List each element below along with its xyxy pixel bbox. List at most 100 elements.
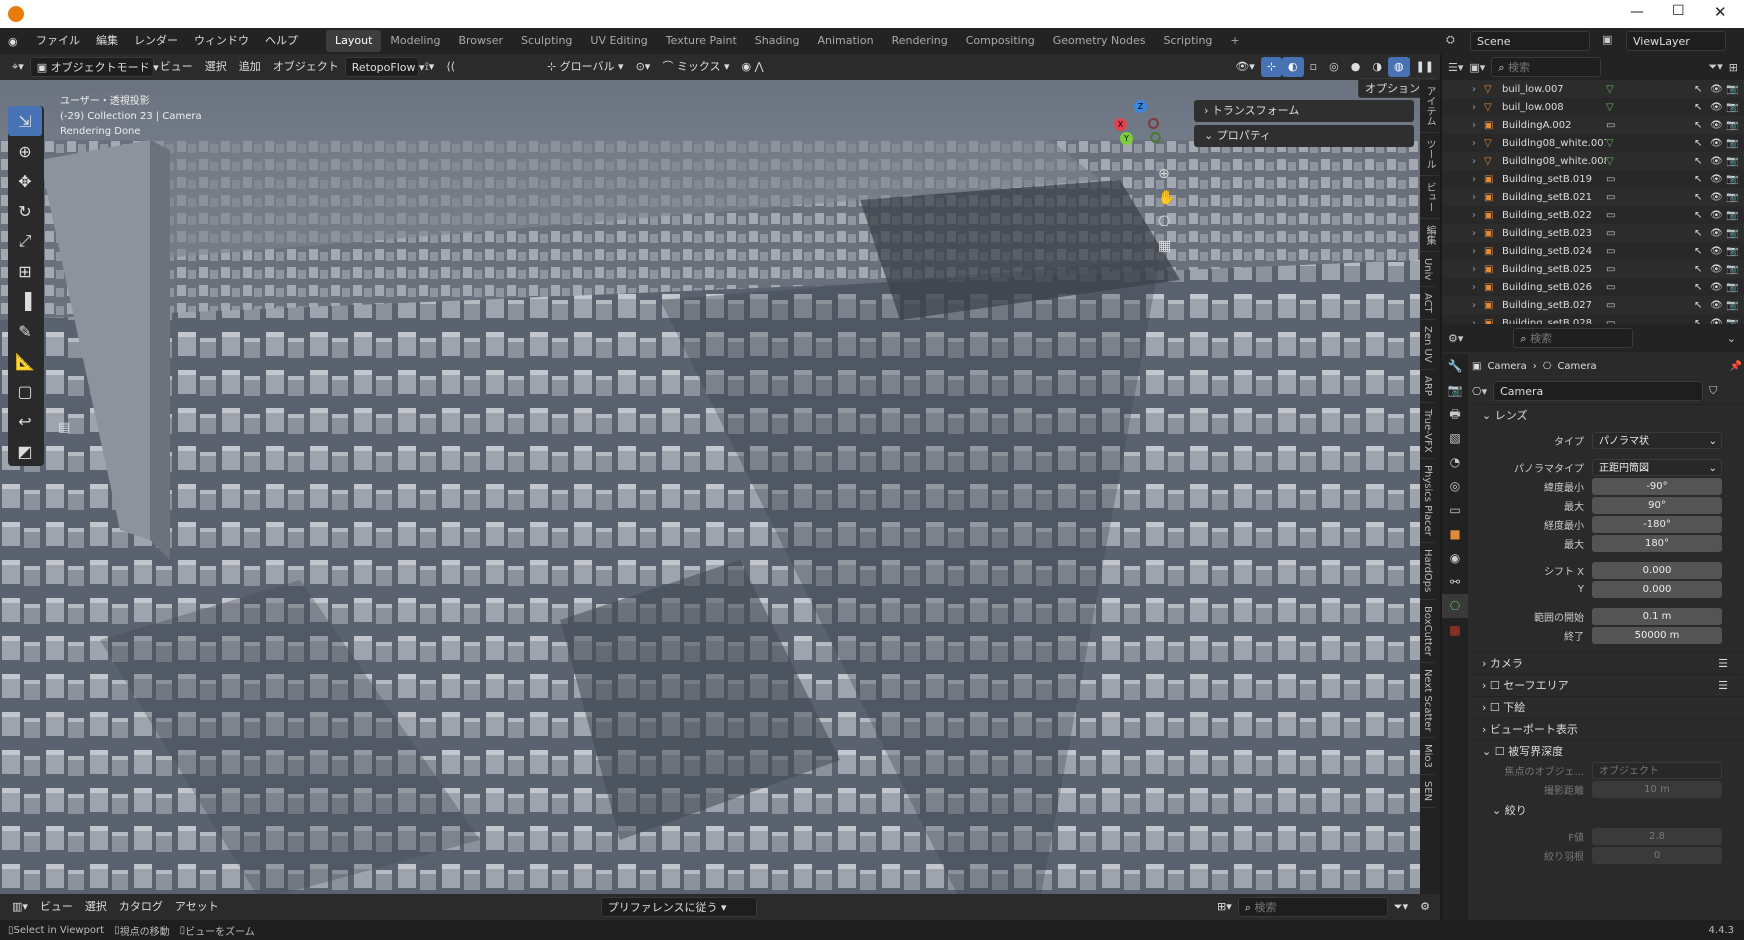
background-image-section[interactable]: › ☐ 下絵 (1472, 696, 1742, 718)
tab-mio3[interactable]: Mio3 (1420, 738, 1435, 776)
outliner-row[interactable]: › ▣ Building_setB.022 ▭ ↖ 👁 📷 (1442, 206, 1744, 224)
add-cube-tool-icon[interactable]: ▢ (8, 376, 42, 406)
outliner-search[interactable]: ⌕ 検索 (1491, 57, 1602, 77)
tab-edit[interactable]: 編集 (1420, 219, 1439, 252)
shading-wireframe-icon[interactable]: ◎ (1323, 57, 1345, 77)
focus-object-field[interactable]: オブジェクト (1592, 762, 1722, 779)
curve-tool-icon[interactable]: ↩ (8, 406, 42, 436)
shift-y-field[interactable]: 0.000 (1592, 581, 1722, 598)
shift-x-field[interactable]: 0.000 (1592, 562, 1722, 579)
add-workspace-icon[interactable]: + (1221, 30, 1248, 52)
expand-icon[interactable]: › (1472, 228, 1484, 239)
properties-search[interactable]: ⌕ 検索 (1513, 328, 1634, 348)
select-toggle-icon[interactable]: ↖ (1694, 282, 1710, 293)
overlay-toggle-icon[interactable]: ◐ (1282, 57, 1304, 77)
select-toggle-icon[interactable]: ↖ (1694, 120, 1710, 131)
menu-render[interactable]: レンダー (126, 28, 186, 54)
measure-tool-icon[interactable]: 📐 (8, 346, 42, 376)
scene-field[interactable]: Scene (1470, 31, 1590, 51)
properties-panel-header[interactable]: ⌄ プロパティ (1194, 125, 1414, 147)
render-toggle-icon[interactable]: 📷 (1726, 282, 1744, 293)
local-view-icon[interactable]: ▤ (58, 420, 70, 435)
visibility-toggle-icon[interactable]: 👁 (1710, 282, 1726, 293)
outliner-row[interactable]: › ▣ Building_setB.024 ▭ ↖ 👁 📷 (1442, 242, 1744, 260)
render-toggle-icon[interactable]: 📷 (1726, 228, 1744, 239)
outliner-row[interactable]: › ▽ buil_low.008 ▽ ↖ 👁 📷 (1442, 98, 1744, 116)
camera-section[interactable]: › カメラ ☰ (1472, 652, 1742, 674)
visibility-toggle-icon[interactable]: 👁 (1710, 192, 1726, 203)
close-button[interactable]: ✕ (1714, 3, 1727, 21)
tab-geometry-nodes[interactable]: Geometry Nodes (1044, 30, 1155, 52)
render-toggle-icon[interactable]: 📷 (1726, 192, 1744, 203)
tab-act[interactable]: ACT (1420, 287, 1435, 321)
tab-next-scatter[interactable]: Next Scatter (1420, 663, 1435, 739)
properties-editor-icon[interactable]: ⚙▾ (1448, 332, 1463, 345)
outliner-editor-icon[interactable]: ☰▾ (1448, 61, 1463, 74)
editor-type-icon[interactable]: ⌖▾ (6, 57, 30, 77)
tab-browser[interactable]: Browser (449, 30, 512, 52)
proportional-icon[interactable]: ⟨⟨ (440, 57, 461, 77)
physics-tab-icon[interactable]: ◉ (1442, 546, 1468, 570)
expand-icon[interactable]: › (1472, 102, 1484, 113)
shading-rendered-icon[interactable]: ◍ (1387, 57, 1410, 77)
safe-area-section[interactable]: › ☐ セーフエリア ☰ (1472, 674, 1742, 696)
visibility-toggle-icon[interactable]: 👁 (1710, 84, 1726, 95)
tab-animation[interactable]: Animation (808, 30, 882, 52)
panorama-type-select[interactable]: 正距円筒図 ⌄ (1592, 459, 1722, 476)
pin-icon[interactable]: 📌 (1730, 361, 1742, 372)
dof-section[interactable]: ⌄ ☐ 被写界深度 (1472, 740, 1742, 762)
tab-arp[interactable]: ARP (1420, 370, 1435, 403)
tab-true-vfx[interactable]: True-VFX (1420, 403, 1435, 460)
select-toggle-icon[interactable]: ↖ (1694, 300, 1710, 311)
render-toggle-icon[interactable]: 📷 (1726, 138, 1744, 149)
tab-rendering[interactable]: Rendering (883, 30, 957, 52)
render-toggle-icon[interactable]: 📷 (1726, 300, 1744, 311)
select-toggle-icon[interactable]: ↖ (1694, 156, 1710, 167)
select-toggle-icon[interactable]: ↖ (1694, 210, 1710, 221)
tab-compositing[interactable]: Compositing (957, 30, 1044, 52)
collection-tab-icon[interactable]: ▭ (1442, 498, 1468, 522)
gizmo-x-axis[interactable]: X (1114, 118, 1127, 131)
menu-edit[interactable]: 編集 (88, 28, 126, 54)
outliner-row[interactable]: › ▣ Building_setB.025 ▭ ↖ 👁 📷 (1442, 260, 1744, 278)
outliner-row[interactable]: › ▣ BuildingA.002 ▭ ↖ 👁 📷 (1442, 116, 1744, 134)
properties-options-icon[interactable]: ⌄ (1727, 332, 1736, 345)
expand-icon[interactable]: › (1472, 210, 1484, 221)
fstop-field[interactable]: 2.8 (1592, 828, 1722, 845)
pivot-icon[interactable]: ⊙▾ (630, 57, 657, 77)
menu-view[interactable]: ビュー (154, 57, 199, 77)
gizmo-y-axis[interactable]: Y (1120, 132, 1133, 145)
clip-end-field[interactable]: 50000 m (1592, 627, 1722, 644)
tab-boxcutter[interactable]: BoxCutter (1420, 600, 1435, 663)
menu-help[interactable]: ヘルプ (257, 28, 306, 54)
lens-section[interactable]: ⌄ レンズ (1472, 404, 1742, 426)
tab-item[interactable]: アイテム (1420, 80, 1439, 133)
texture-tab-icon[interactable]: ▩ (1442, 618, 1468, 642)
gizmo-toggle-icon[interactable]: ⊹ (1260, 57, 1283, 77)
camera-preset-icon[interactable]: ☰ (1718, 653, 1742, 675)
menu-object[interactable]: オブジェクト (267, 57, 345, 77)
fake-user-icon[interactable]: ⛉ (1709, 384, 1717, 398)
tab-tool[interactable]: ツール (1420, 133, 1439, 176)
select-toggle-icon[interactable]: ↖ (1694, 228, 1710, 239)
tab-physics-placer[interactable]: Physics Placer (1420, 459, 1435, 544)
menu-add[interactable]: 追加 (233, 57, 267, 77)
tab-scripting[interactable]: Scripting (1154, 30, 1221, 52)
visibility-toggle-icon[interactable]: 👁 (1710, 210, 1726, 221)
mode-select[interactable]: ▣ オブジェクトモード ▾ (29, 57, 159, 77)
minimize-button[interactable]: — (1630, 4, 1644, 20)
menu-window[interactable]: ウィンドウ (186, 28, 257, 54)
import-method-select[interactable]: プリファレンスに従う ▾ (600, 897, 757, 917)
gizmo-z-axis[interactable]: Z (1134, 100, 1147, 113)
render-toggle-icon[interactable]: 📷 (1726, 174, 1744, 185)
expand-icon[interactable]: › (1472, 84, 1484, 95)
asset-settings-icon[interactable]: ⚙ (1414, 897, 1436, 917)
shading-solid-icon[interactable]: ● (1345, 57, 1367, 77)
shading-material-icon[interactable]: ◑ (1366, 57, 1388, 77)
select-toggle-icon[interactable]: ↖ (1694, 84, 1710, 95)
scale-tool-icon[interactable]: ⤢ (8, 226, 42, 256)
outliner-row[interactable]: › ▽ Buildlng08_white.007 ▽ ↖ 👁 📷 (1442, 134, 1744, 152)
camera-datablock-icon[interactable]: ⎔▾ (1472, 385, 1487, 398)
visibility-toggle-icon[interactable]: 👁 (1710, 174, 1726, 185)
tab-zen-uv[interactable]: Zen UV (1420, 320, 1435, 370)
